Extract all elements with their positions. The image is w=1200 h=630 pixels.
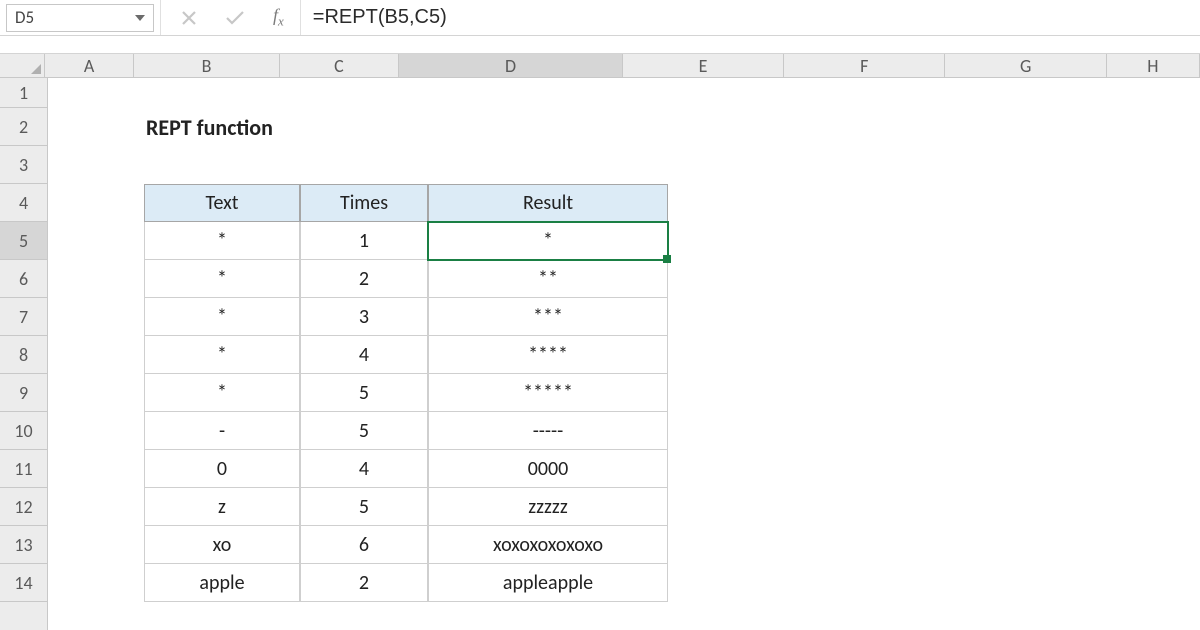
row-header-9[interactable]: 9 — [0, 374, 47, 412]
row-header-13[interactable]: 13 — [0, 526, 47, 564]
select-all-button[interactable] — [0, 54, 45, 77]
cell-B11[interactable]: 0 — [144, 450, 300, 488]
grid-body: 1234567891011121314 REPT functionTextTim… — [0, 78, 1200, 630]
column-header-row: A B C D E F G H — [0, 54, 1200, 78]
table-header-times[interactable]: Times — [300, 184, 428, 222]
formula-input[interactable] — [313, 6, 1188, 29]
chevron-down-icon[interactable] — [135, 15, 145, 21]
name-box[interactable]: D5 — [6, 4, 154, 32]
cell-C12[interactable]: 5 — [300, 488, 428, 526]
cell-area[interactable]: REPT functionTextTimesResult*1**2***3***… — [48, 78, 1200, 630]
insert-function-icon[interactable]: fx — [273, 5, 284, 30]
cell-C14[interactable]: 2 — [300, 564, 428, 602]
col-header-A[interactable]: A — [45, 54, 135, 77]
formula-input-wrap — [300, 0, 1200, 35]
page-title: REPT function — [144, 108, 668, 146]
cell-C6[interactable]: 2 — [300, 260, 428, 298]
cell-B8[interactable]: * — [144, 336, 300, 374]
cell-D11[interactable]: 0000 — [428, 450, 668, 488]
row-header-14[interactable]: 14 — [0, 564, 47, 602]
row-header-column: 1234567891011121314 — [0, 78, 48, 630]
col-header-C[interactable]: C — [280, 54, 399, 77]
row-header-3[interactable]: 3 — [0, 146, 47, 184]
cell-D6[interactable]: ** — [428, 260, 668, 298]
cell-D7[interactable]: *** — [428, 298, 668, 336]
cell-B7[interactable]: * — [144, 298, 300, 336]
confirm-formula-icon — [225, 10, 245, 26]
row-header-4[interactable]: 4 — [0, 184, 47, 222]
cell-D9[interactable]: ***** — [428, 374, 668, 412]
row-header-7[interactable]: 7 — [0, 298, 47, 336]
table-header-text[interactable]: Text — [144, 184, 300, 222]
cell-B9[interactable]: * — [144, 374, 300, 412]
formula-bar: D5 fx — [0, 0, 1200, 36]
col-header-B[interactable]: B — [134, 54, 279, 77]
cell-D14[interactable]: appleapple — [428, 564, 668, 602]
cell-B5[interactable]: * — [144, 222, 300, 260]
cell-B13[interactable]: xo — [144, 526, 300, 564]
row-header-10[interactable]: 10 — [0, 412, 47, 450]
row-header-2[interactable]: 2 — [0, 108, 47, 146]
cell-B6[interactable]: * — [144, 260, 300, 298]
cell-D12[interactable]: zzzzz — [428, 488, 668, 526]
cell-B12[interactable]: z — [144, 488, 300, 526]
cell-D8[interactable]: **** — [428, 336, 668, 374]
cell-D5[interactable]: * — [428, 222, 668, 260]
cell-C11[interactable]: 4 — [300, 450, 428, 488]
cancel-formula-icon — [181, 10, 197, 26]
cell-D10[interactable]: ----- — [428, 412, 668, 450]
row-header-6[interactable]: 6 — [0, 260, 47, 298]
cell-B14[interactable]: apple — [144, 564, 300, 602]
name-box-value: D5 — [15, 7, 34, 28]
row-header-11[interactable]: 11 — [0, 450, 47, 488]
col-header-D[interactable]: D — [399, 54, 623, 77]
row-header-1[interactable]: 1 — [0, 78, 47, 108]
table-header-result[interactable]: Result — [428, 184, 668, 222]
col-header-F[interactable]: F — [784, 54, 945, 77]
row-header-5[interactable]: 5 — [0, 222, 47, 260]
cell-C8[interactable]: 4 — [300, 336, 428, 374]
cell-C10[interactable]: 5 — [300, 412, 428, 450]
col-header-H[interactable]: H — [1107, 54, 1200, 77]
separator — [0, 36, 1200, 54]
col-header-G[interactable]: G — [945, 54, 1106, 77]
cell-C9[interactable]: 5 — [300, 374, 428, 412]
cell-C5[interactable]: 1 — [300, 222, 428, 260]
col-header-E[interactable]: E — [623, 54, 784, 77]
formula-button-group: fx — [160, 0, 300, 35]
cell-B10[interactable]: - — [144, 412, 300, 450]
row-header-12[interactable]: 12 — [0, 488, 47, 526]
cell-D13[interactable]: xoxoxoxoxoxo — [428, 526, 668, 564]
cell-C7[interactable]: 3 — [300, 298, 428, 336]
cell-C13[interactable]: 6 — [300, 526, 428, 564]
row-header-8[interactable]: 8 — [0, 336, 47, 374]
